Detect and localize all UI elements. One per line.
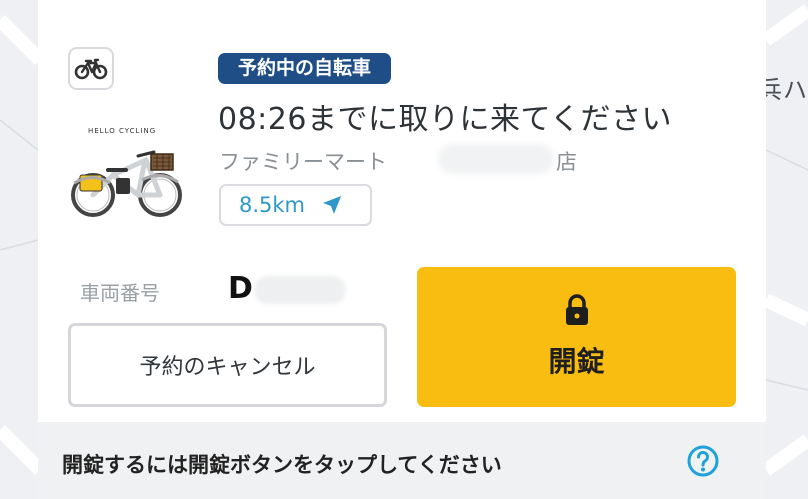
vehicle-number-label: 車両番号 — [80, 281, 160, 305]
cancel-reservation-button[interactable]: 予約のキャンセル — [68, 323, 387, 407]
distance-chip[interactable]: 8.5km — [219, 184, 372, 226]
navigation-arrow-icon — [323, 196, 342, 214]
lock-icon — [565, 294, 588, 325]
station-suffix: 店 — [556, 150, 577, 174]
vehicle-number: D — [228, 271, 253, 306]
question-circle-icon[interactable] — [686, 444, 720, 478]
redacted-vehicle-number — [254, 276, 346, 304]
bicycle-photo — [68, 120, 188, 220]
hint-text: 開錠するには開錠ボタンをタップしてください — [62, 453, 502, 477]
pickup-deadline: 08:26までに取りに来てください — [218, 102, 673, 137]
redacted-station-name — [438, 144, 554, 174]
station-name: ファミリーマート — [219, 150, 387, 174]
unlock-label: 開錠 — [548, 345, 605, 378]
reservation-card: HELLO CYCLING 予約中の自転車 08:26までに取りに来てください … — [38, 0, 766, 422]
status-badge: 予約中の自転車 — [218, 53, 392, 84]
bicycle-icon — [68, 47, 114, 90]
unlock-button[interactable]: 開錠 — [417, 267, 736, 407]
brand-logo: HELLO CYCLING — [88, 127, 157, 135]
distance-value: 8.5km — [239, 193, 306, 217]
hint-bar: 開錠するには開錠ボタンをタップしてください — [38, 422, 766, 499]
